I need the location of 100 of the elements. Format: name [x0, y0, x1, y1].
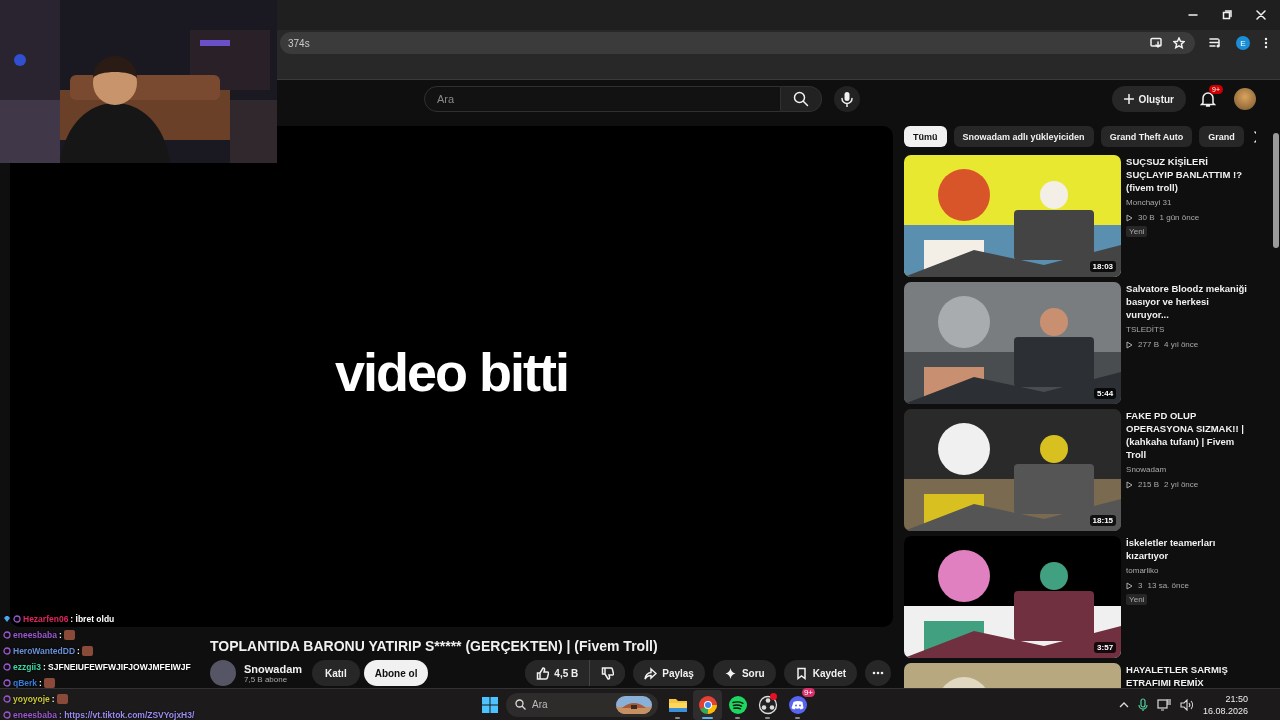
account-avatar[interactable] — [1234, 88, 1256, 110]
view-count: 277 B — [1138, 339, 1159, 351]
install-app-icon[interactable] — [1150, 37, 1163, 49]
ask-button[interactable]: Soru — [712, 660, 776, 686]
channel-name[interactable]: Snowadam — [244, 662, 306, 675]
sparkle-icon — [723, 666, 737, 680]
channel-avatar[interactable] — [210, 660, 236, 686]
video-link[interactable]: İskeletler teamerları kızartıyor — [1126, 536, 1255, 562]
windows-logo-icon[interactable] — [482, 696, 498, 713]
upload-age: 1 gün önce — [1159, 212, 1200, 224]
chevron-up-icon[interactable] — [1118, 701, 1129, 708]
new-badge: Yeni — [1126, 594, 1148, 605]
search-button[interactable] — [781, 86, 822, 112]
record-circle-icon — [756, 693, 779, 716]
bell-icon[interactable] — [1200, 90, 1216, 108]
upload-age: 2 yıl önce — [1164, 479, 1199, 491]
chat-message: : İbret oldu — [70, 613, 115, 624]
chrome-icon — [696, 693, 719, 716]
duration-label: 18:03 — [1089, 261, 1117, 272]
video-link[interactable]: HAYALETLER SARMIŞ ETRAFIMI REMİX — [1126, 663, 1255, 688]
filter-chip[interactable]: Tümü — [904, 126, 947, 147]
view-count: 30 B — [1138, 212, 1155, 224]
chat-username: yoyoyoje — [13, 693, 50, 704]
restore-icon[interactable] — [1222, 10, 1232, 20]
create-button[interactable]: Oluştur — [1112, 86, 1186, 112]
play-icon — [1126, 480, 1134, 489]
save-button[interactable]: Kaydet — [783, 660, 858, 686]
spotify-icon — [726, 693, 749, 716]
chat-message: : — [77, 645, 80, 656]
chat-message: : — [58, 629, 62, 640]
running-indicator — [795, 716, 800, 719]
running-indicator — [675, 716, 680, 719]
play-icon — [1126, 340, 1134, 349]
subscriber-count: 7,5 B abone — [244, 674, 289, 684]
address-bar[interactable]: 374s — [280, 32, 1195, 54]
filter-chip[interactable]: Grand — [1199, 126, 1244, 147]
url-text: 374s — [288, 37, 311, 49]
thumbs-down-icon — [601, 666, 615, 680]
new-badge: Yeni — [1126, 226, 1148, 237]
chat-username: eneesbaba — [13, 629, 57, 640]
dislike-button[interactable] — [589, 660, 626, 686]
upload-age: 13 sa. önce — [1147, 580, 1189, 592]
profile-avatar[interactable]: E — [1236, 36, 1250, 50]
close-icon[interactable] — [1256, 10, 1266, 20]
chat-message: : SJFNEIUFEWFWJIFJOWJMFEIWJF — [42, 661, 191, 672]
network-icon[interactable] — [1156, 697, 1171, 712]
discord-icon — [786, 693, 809, 716]
thumbs-up-icon — [536, 666, 550, 680]
running-indicator — [735, 716, 740, 719]
taskbar-app-button[interactable] — [693, 689, 722, 720]
taskbar-app-button[interactable]: 9+ — [783, 689, 812, 720]
clock-time[interactable]: 21:50 — [1225, 692, 1248, 705]
video-link[interactable]: SUÇSUZ KİŞİLERİ SUÇLAYIP BANLATTIM !? (fivem troll) — [1126, 155, 1255, 194]
upload-age: 4 yıl önce — [1164, 339, 1199, 351]
chat-username: eneesbaba — [13, 709, 57, 720]
chat-link[interactable]: : https://vt.tiktok.com/ZSVYojxH3/ — [58, 709, 195, 720]
chat-message: : — [39, 677, 42, 688]
duration-label: 5:44 — [1094, 388, 1117, 399]
search-icon — [515, 699, 526, 710]
search-icon — [793, 91, 809, 107]
video-title: TOPLANTIDA BARONU YATIRIP S***** (GERÇEKTEN) | (Fivem Troll) — [210, 637, 658, 655]
clock-date[interactable]: 16.08.2026 — [1202, 704, 1248, 717]
scrollbar-thumb[interactable] — [1273, 133, 1280, 248]
search-field[interactable]: Ara — [424, 86, 781, 112]
microphone-icon — [841, 91, 853, 107]
share-button[interactable]: Paylaş — [633, 660, 705, 686]
filter-chip[interactable]: Snowadam adlı yükleyiciden — [953, 126, 1094, 147]
bookmark-icon — [794, 666, 808, 680]
channel-name[interactable]: Monchayi 31 — [1126, 196, 1255, 209]
view-count: 215 B — [1138, 479, 1159, 491]
subscribe-button[interactable]: Abone ol — [363, 660, 429, 686]
share-icon — [644, 666, 658, 680]
media-queue-icon[interactable] — [1209, 37, 1222, 49]
chat-username: ezzgii3 — [13, 661, 41, 672]
video-link[interactable]: Salvatore Bloodz mekaniği basıyor ve herkesi vuruyor... — [1126, 282, 1255, 321]
running-indicator — [702, 716, 713, 719]
more-icon — [872, 671, 885, 675]
voice-search-button[interactable] — [834, 86, 860, 112]
microphone-icon[interactable] — [1137, 697, 1148, 712]
notification-badge: 9+ — [801, 687, 815, 697]
channel-name[interactable]: TSLEDİTS — [1126, 323, 1255, 336]
duration-label: 18:15 — [1089, 515, 1117, 526]
view-count: 3 — [1138, 580, 1143, 592]
play-icon — [1126, 581, 1134, 590]
chat-username: Hezarfen06 — [23, 613, 69, 624]
chat-message: : — [51, 693, 55, 704]
channel-name[interactable]: tomarliko — [1126, 564, 1255, 577]
volume-icon[interactable] — [1179, 698, 1194, 711]
filter-chip[interactable]: Grand Theft Auto — [1100, 126, 1193, 147]
chat-username: qBerk — [13, 677, 38, 688]
plus-icon — [1124, 94, 1135, 104]
channel-name[interactable]: Snowadam — [1126, 463, 1255, 476]
end-screen-text: video bitti — [335, 340, 569, 403]
join-button[interactable]: Katıl — [312, 660, 360, 686]
duration-label: 3:57 — [1094, 642, 1117, 653]
video-link[interactable]: FAKE PD OLUP OPERASYONA SIZMAK!! | (kahkaha tufanı) | Fivem Troll — [1126, 409, 1255, 461]
running-indicator — [765, 716, 770, 719]
play-icon — [1126, 213, 1134, 222]
more-icon[interactable] — [1264, 37, 1268, 49]
star-icon[interactable] — [1173, 37, 1185, 49]
